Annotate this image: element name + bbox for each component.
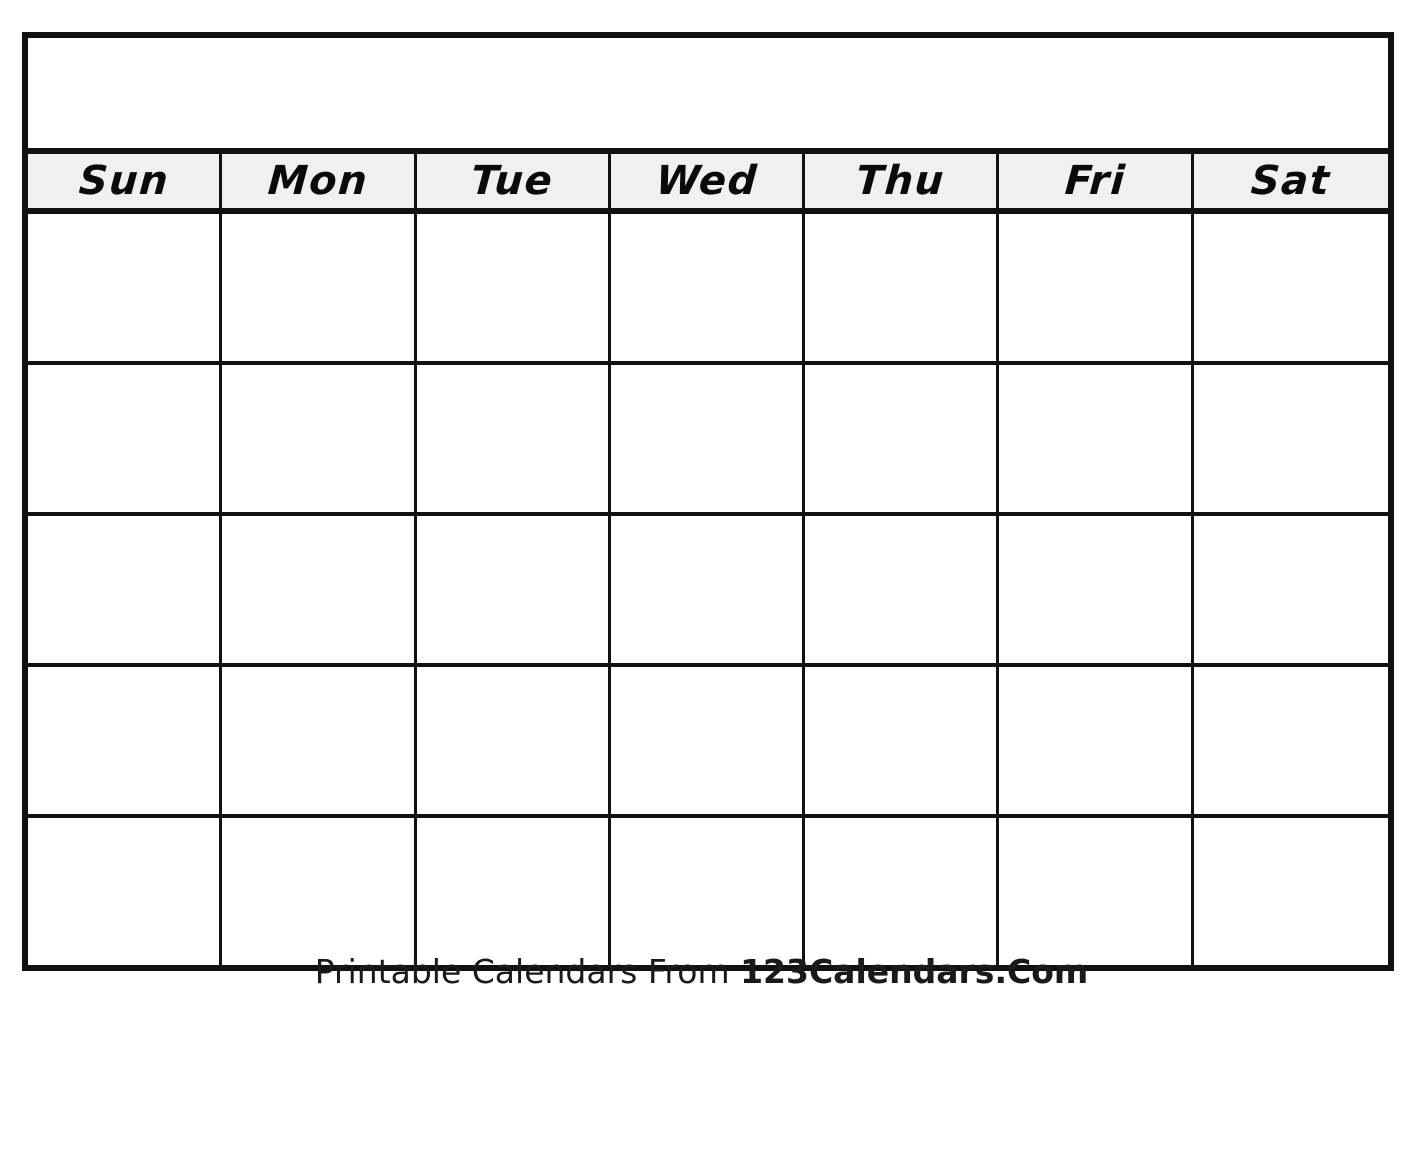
day-cell[interactable]	[1193, 818, 1388, 965]
day-cell[interactable]	[28, 365, 223, 512]
day-cell[interactable]	[28, 214, 223, 361]
weekday-label-tue: Tue	[469, 158, 555, 204]
week-row	[28, 818, 1388, 965]
weekday-label-sun: Sun	[76, 158, 171, 204]
day-cell[interactable]	[222, 516, 417, 663]
weekday-label-wed: Wed	[653, 158, 760, 204]
day-cell[interactable]	[1193, 365, 1388, 512]
day-cell[interactable]	[28, 516, 223, 663]
calendar-title-band[interactable]	[28, 38, 1388, 154]
day-cell[interactable]	[610, 365, 806, 512]
day-cell[interactable]	[999, 214, 1194, 361]
weekday-header-sun: Sun	[28, 154, 223, 208]
calendar-page: Sun Mon Tue Wed Thu Fri Sat Printable Ca…	[0, 0, 1403, 1153]
day-cell[interactable]	[999, 667, 1194, 814]
day-cell[interactable]	[222, 214, 417, 361]
day-cell[interactable]	[416, 214, 611, 361]
day-cell[interactable]	[805, 365, 1000, 512]
day-cell[interactable]	[805, 516, 1000, 663]
day-cell[interactable]	[1193, 214, 1388, 361]
day-cell[interactable]	[999, 818, 1194, 965]
weekday-header-sat: Sat	[1193, 154, 1388, 208]
day-cell[interactable]	[28, 667, 223, 814]
day-cell[interactable]	[805, 667, 1000, 814]
day-cell[interactable]	[1193, 667, 1388, 814]
day-cell[interactable]	[610, 667, 806, 814]
day-cell[interactable]	[610, 818, 806, 965]
day-cell[interactable]	[999, 516, 1194, 663]
week-row	[28, 667, 1388, 818]
weekday-label-fri: Fri	[1063, 158, 1128, 204]
weekday-label-mon: Mon	[266, 158, 370, 204]
weekday-header-fri: Fri	[999, 154, 1194, 208]
day-cell[interactable]	[805, 214, 1000, 361]
day-cell[interactable]	[610, 214, 806, 361]
day-cell[interactable]	[222, 365, 417, 512]
day-cell[interactable]	[416, 516, 611, 663]
weekday-header-mon: Mon	[222, 154, 417, 208]
day-cell[interactable]	[28, 818, 223, 965]
day-cell[interactable]	[222, 818, 417, 965]
weekday-header-wed: Wed	[610, 154, 806, 208]
weekday-label-sat: Sat	[1249, 158, 1333, 204]
day-cell[interactable]	[999, 365, 1194, 512]
footer-prefix-text: Printable Calendars From	[314, 952, 741, 991]
day-cell[interactable]	[416, 667, 611, 814]
weekday-header-tue: Tue	[416, 154, 611, 208]
day-cell[interactable]	[805, 818, 1000, 965]
day-cell[interactable]	[416, 365, 611, 512]
weekday-label-thu: Thu	[854, 158, 947, 204]
calendar-grid: Sun Mon Tue Wed Thu Fri Sat	[22, 32, 1394, 971]
week-row	[28, 516, 1388, 667]
week-row	[28, 214, 1388, 365]
footer-credit: Printable Calendars From 123Calendars.Co…	[0, 952, 1403, 992]
day-cell[interactable]	[610, 516, 806, 663]
day-cell[interactable]	[222, 667, 417, 814]
weekday-header-row: Sun Mon Tue Wed Thu Fri Sat	[28, 154, 1388, 214]
footer-brand-link[interactable]: 123Calendars.Com	[740, 952, 1088, 991]
day-cell[interactable]	[1193, 516, 1388, 663]
week-row	[28, 365, 1388, 516]
day-cell[interactable]	[416, 818, 611, 965]
weekday-header-thu: Thu	[805, 154, 1000, 208]
